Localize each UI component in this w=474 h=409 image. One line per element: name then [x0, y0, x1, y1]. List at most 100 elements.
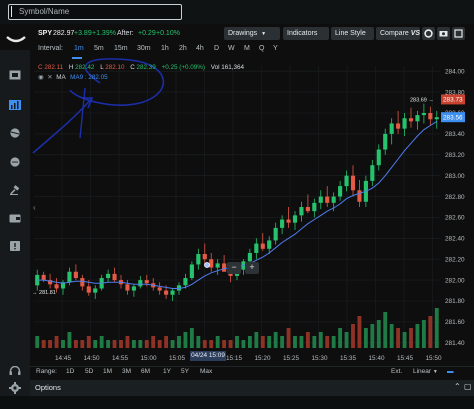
c-value: 282.11: [44, 64, 64, 71]
volume-bar: [80, 340, 85, 348]
fullscreen-button[interactable]: [452, 27, 465, 40]
collapse-left-icon[interactable]: ‹: [33, 203, 39, 212]
symbol-ticker[interactable]: SPY: [38, 30, 52, 37]
candle-body: [260, 243, 265, 249]
h-label: H: [68, 64, 74, 71]
remove-x-icon[interactable]: ✕: [47, 74, 52, 81]
indicators-label: Indicators: [287, 30, 318, 37]
interval-1m[interactable]: 1m: [74, 45, 84, 52]
compare-button[interactable]: Compare VS: [376, 27, 420, 40]
interval-5m[interactable]: 5m: [94, 45, 104, 52]
compare-label: Compare: [380, 30, 409, 37]
time-tick-label: 15:45: [397, 355, 413, 362]
volume-bar: [177, 336, 181, 348]
candle-body: [421, 113, 426, 116]
drawings-button[interactable]: Drawings ▼: [224, 27, 280, 40]
volume-bar: [61, 340, 65, 348]
text-cursor: [11, 6, 12, 17]
candle-body: [215, 263, 220, 268]
options-bar[interactable]: Options ⌃ ▢: [30, 380, 474, 396]
extended-hours-toggle[interactable]: Ext.: [391, 368, 402, 375]
range-1m[interactable]: 1M: [103, 368, 112, 375]
volume-bar: [286, 328, 291, 348]
indicators-button[interactable]: Indicators: [283, 27, 329, 40]
news-icon[interactable]: [9, 241, 21, 251]
chevron-up-icon[interactable]: ⌃: [454, 382, 461, 391]
range-5y[interactable]: 5Y: [181, 368, 189, 375]
range-1y[interactable]: 1Y: [163, 368, 171, 375]
candle-body: [383, 133, 388, 150]
interval-d[interactable]: D: [214, 45, 219, 52]
popout-icon[interactable]: ▢: [464, 382, 472, 391]
auto-scale-icon[interactable]: ▬: [447, 368, 454, 375]
ma-label: MA: [56, 74, 66, 81]
range-max[interactable]: Max: [200, 368, 212, 375]
range-6m[interactable]: 6M: [141, 368, 150, 375]
ma-price-tag: 283.56: [443, 114, 463, 121]
volume-bar: [260, 336, 265, 348]
watchlist-icon[interactable]: [9, 70, 21, 80]
volume-bar: [434, 308, 439, 348]
candle-body: [415, 115, 420, 122]
interval-30m[interactable]: 30m: [137, 45, 151, 52]
interval-y[interactable]: Y: [273, 45, 278, 52]
volume-bar: [312, 336, 317, 348]
line-style-button[interactable]: Line Style: [331, 27, 374, 40]
candle-body: [338, 186, 343, 197]
volume-bar: [41, 340, 46, 348]
settings-button[interactable]: [422, 27, 435, 40]
volume-bar: [409, 328, 413, 348]
zoom-in-button[interactable]: +: [245, 262, 259, 274]
candle-body: [396, 123, 401, 129]
volume-bar: [196, 336, 201, 348]
zoom-out-button[interactable]: −: [227, 262, 241, 274]
search-input[interactable]: Symbol/Name: [8, 4, 182, 20]
price-tick-label: 282.40: [445, 236, 465, 243]
candle-body: [93, 288, 98, 293]
range-3m[interactable]: 3M: [122, 368, 131, 375]
interval-label: Interval:: [38, 45, 63, 52]
globe-icon[interactable]: [9, 128, 21, 138]
volume-bar: [267, 336, 272, 348]
time-tick-label: 15:30: [312, 355, 328, 362]
scale-select[interactable]: Linear ▼: [413, 368, 438, 375]
camera-button[interactable]: [437, 27, 450, 40]
range-1d[interactable]: 1D: [66, 368, 74, 375]
volume-bar: [157, 340, 162, 348]
interval-1h[interactable]: 1h: [161, 45, 169, 52]
low-marker: → 281.81: [32, 290, 56, 296]
price-tick-label: 282.60: [445, 215, 465, 222]
volume-bar: [54, 336, 59, 348]
interval-w[interactable]: W: [228, 45, 235, 52]
settings-gear-icon[interactable]: [9, 382, 21, 394]
volume-bar: [370, 324, 375, 348]
hide-eye-icon[interactable]: ◉: [38, 74, 44, 81]
messages-icon[interactable]: [9, 157, 21, 167]
scale-select-value: Linear: [413, 368, 432, 375]
volume-bar: [389, 324, 394, 348]
volume-bar: [428, 316, 433, 348]
range-5d[interactable]: 5D: [85, 368, 93, 375]
after-hours-pct: +0.10%: [156, 30, 180, 37]
interval-15m[interactable]: 15m: [114, 45, 128, 52]
candle-body: [189, 264, 194, 279]
headset-icon[interactable]: [9, 366, 21, 376]
volume-bar: [86, 336, 91, 348]
candle-body: [299, 207, 304, 216]
interval-2h[interactable]: 2h: [179, 45, 187, 52]
volume-bar: [202, 340, 207, 348]
chart-icon[interactable]: [9, 100, 21, 110]
candle-body: [106, 273, 111, 279]
interval-m[interactable]: M: [244, 45, 250, 52]
interval-4h[interactable]: 4h: [196, 45, 204, 52]
price-chart[interactable]: 284.00283.80283.60283.40283.20283.00282.…: [30, 58, 474, 365]
gavel-icon[interactable]: [9, 185, 21, 195]
interval-q[interactable]: Q: [259, 45, 264, 52]
volume-bar: [318, 332, 323, 348]
volume-bar: [183, 332, 188, 348]
volume-bar: [247, 336, 252, 348]
time-tick-label: 15:20: [255, 355, 271, 362]
wallet-icon[interactable]: [9, 213, 21, 223]
candle-body: [73, 271, 78, 279]
price-tick-label: 283.40: [445, 131, 465, 138]
